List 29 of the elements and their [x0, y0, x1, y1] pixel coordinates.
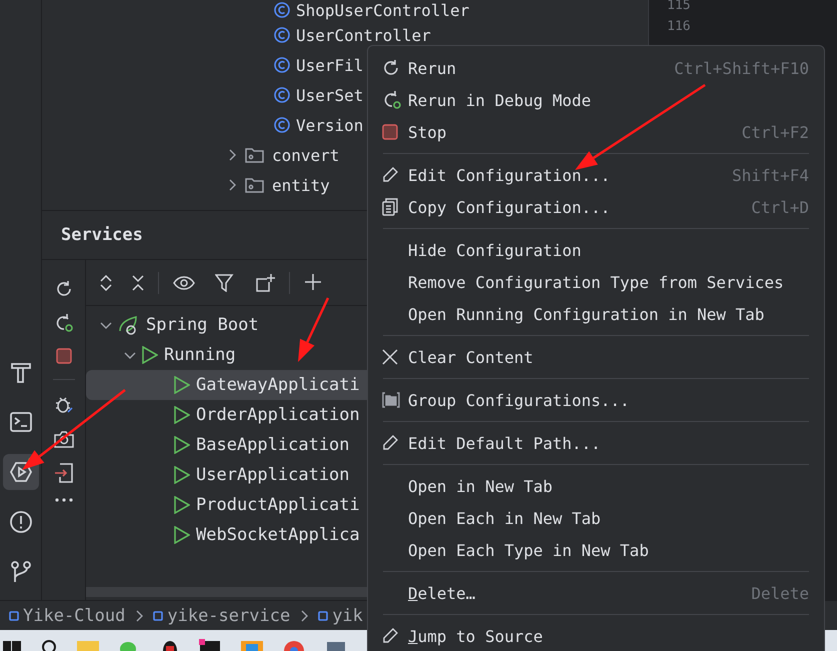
panel-title: Services — [61, 225, 143, 245]
menu-label: Clear Content — [408, 348, 534, 366]
menu-label: Delete… — [408, 584, 476, 602]
tree-item: OrderApplication — [196, 405, 360, 425]
shortcut-text: Shift+F4 — [732, 166, 809, 184]
menu-label: Rerun — [408, 58, 456, 78]
tree-item: UserApplication — [196, 465, 350, 485]
tree-item: GatewayApplicati — [196, 375, 360, 395]
menu-label: Rerun in Debug Mode — [408, 90, 592, 110]
menu-label: Stop — [408, 122, 447, 142]
menu-label: Copy Configuration... — [408, 198, 610, 216]
menu-label: Group Configurations... — [408, 390, 630, 410]
shortcut-text: Ctrl+F2 — [742, 122, 809, 142]
tree-item: WebSocketApplica — [196, 525, 360, 545]
shortcut-text: Delete — [751, 584, 809, 602]
menu-label: Edit Default Path... — [408, 434, 601, 452]
menu-label: Hide Configuration — [408, 240, 582, 260]
menu-label: Open in New Tab — [408, 476, 552, 496]
line-number: 116 — [667, 18, 692, 36]
menu-label: Remove Configuration Type from Services — [408, 272, 784, 292]
menu-label: Open Each in New Tab — [408, 508, 601, 528]
tree-item: ProductApplicati — [196, 495, 360, 515]
tree-item: BaseApplication — [196, 435, 350, 455]
shortcut-text: Ctrl+D — [751, 198, 809, 216]
menu-label: Jump to Source — [408, 626, 543, 646]
menu-label: Open Running Configuration in New Tab — [408, 304, 764, 324]
menu-label: Open Each Type in New Tab — [408, 540, 649, 560]
shortcut-text: Ctrl+Shift+F10 — [674, 58, 809, 78]
menu-label: Edit Configuration... — [408, 166, 610, 184]
